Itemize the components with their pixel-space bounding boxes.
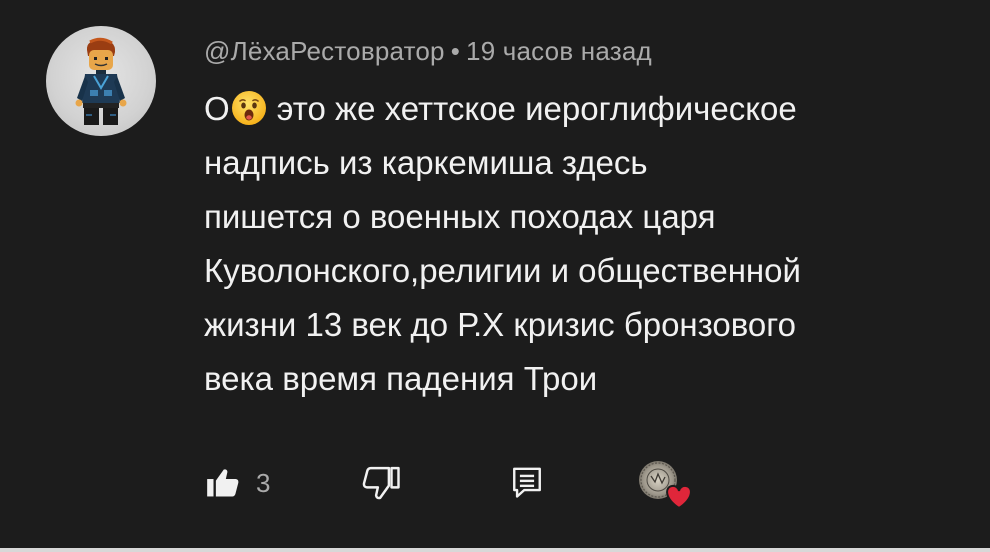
- like-count: 3: [256, 467, 271, 498]
- comment-line: пишется о военных походах царя: [204, 198, 716, 235]
- creator-hearted-badge[interactable]: [636, 458, 696, 512]
- bottom-divider: [0, 548, 990, 552]
- comment-meta: @ЛёхаРестовратор • 19 часов назад: [204, 36, 652, 67]
- like-button[interactable]: 3: [204, 464, 270, 502]
- comment-actions: 3: [0, 456, 990, 516]
- comment-line: надпись из каркемиша здесь: [204, 144, 648, 181]
- reply-button[interactable]: [510, 464, 544, 502]
- comment-line: О это же хеттское иероглифическое: [204, 82, 964, 136]
- comment-line: жизни 13 век до Р.Х кризис бронзового: [204, 306, 796, 343]
- author-name[interactable]: @ЛёхаРестовратор: [204, 36, 445, 66]
- dislike-button[interactable]: [360, 462, 402, 504]
- thumbs-up-icon: [207, 469, 239, 497]
- comment-line: Куволонского,религии и общественной: [204, 252, 801, 289]
- meta-separator: •: [450, 36, 461, 66]
- comment-text: О это же хеттское иероглифическое надпис…: [204, 82, 964, 406]
- comment-line-suffix: это же хеттское иероглифическое: [276, 90, 797, 127]
- creator-heart-icon: [639, 461, 692, 510]
- comment-line-prefix: О: [204, 90, 230, 127]
- comment-line: века время падения Трои: [204, 360, 598, 397]
- lego-figure-avatar-image: [75, 37, 127, 125]
- surprised-face-emoji-icon: [231, 91, 266, 125]
- avatar[interactable]: [46, 26, 156, 136]
- thumbs-down-icon: [362, 466, 400, 500]
- comment-timestamp[interactable]: 19 часов назад: [466, 36, 652, 66]
- comment-item: @ЛёхаРестовратор • 19 часов назад О это же…: [0, 0, 990, 552]
- reply-icon: [513, 467, 541, 498]
